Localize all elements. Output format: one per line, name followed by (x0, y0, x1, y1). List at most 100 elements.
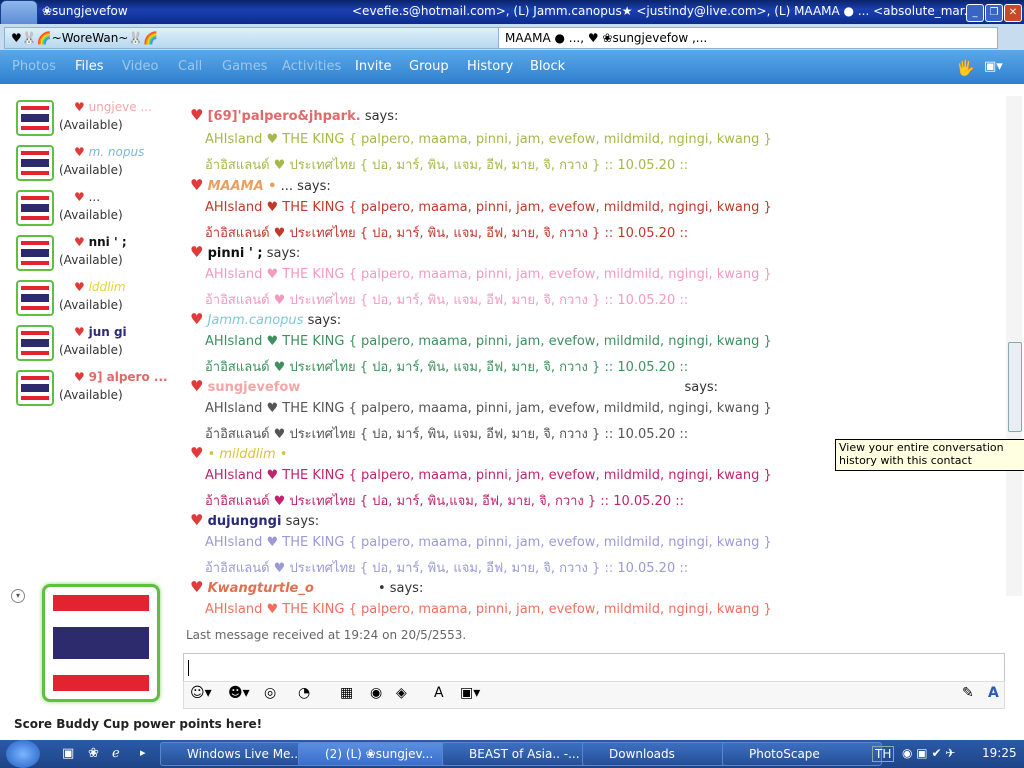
restore-button[interactable]: ❐ (985, 4, 1003, 22)
ie-icon[interactable]: ℯ (112, 746, 120, 761)
contact-name: ♥ 9] alpero ... (74, 370, 168, 384)
clock[interactable]: 19:25 (982, 746, 1017, 760)
message-header: ♥ [69]'palpero&jhpark. says: (190, 106, 399, 124)
send-file-icon[interactable]: ▣▾ (460, 685, 480, 701)
contact-avatar (16, 370, 54, 406)
contact-status: (Available) (59, 388, 123, 402)
my-display-picture[interactable] (42, 584, 160, 702)
thai-flag-icon (21, 196, 49, 220)
contact-name: ♥ jun gi (74, 325, 127, 339)
conversation-tab-1[interactable]: ♥🐰🌈~WoreWan~🐰🌈 (4, 27, 502, 49)
task-browser[interactable]: BEAST of Asia.. -... (442, 742, 602, 766)
message-line: AHIsland ♥ THE KING { palpero, maama, pi… (205, 200, 772, 215)
contact-avatar (16, 145, 54, 181)
conversation-tab-2[interactable]: MAAMA ● ..., ♥ ❀sungjevefow ,... (498, 27, 998, 49)
window-title: ❀sungjevefow (42, 4, 128, 18)
conversation-tabs: ♥🐰🌈~WoreWan~🐰🌈 MAAMA ● ..., ♥ ❀sungjevef… (0, 24, 1024, 68)
font-icon[interactable]: A (434, 685, 444, 701)
contact-avatar (16, 280, 54, 316)
type-mode-icon[interactable]: A (988, 685, 999, 701)
contact-status: (Available) (59, 208, 123, 222)
task-photoscape[interactable]: PhotoScape (722, 742, 882, 766)
collapse-contacts-icon[interactable]: ▾ (11, 589, 25, 603)
tray-icons[interactable]: ◉ ▣ ✔ ✈ (902, 746, 955, 760)
contact-status: (Available) (59, 343, 123, 357)
menu-games[interactable]: Games (222, 59, 267, 74)
menu-photos[interactable]: Photos (12, 59, 56, 74)
heart-icon: ♥ (190, 511, 204, 529)
close-button[interactable]: ✕ (1004, 4, 1022, 22)
contact-status: (Available) (59, 253, 123, 267)
contact-list: ♥ ungjeve ... (Available) ♥ m. nopus (Av… (0, 84, 180, 584)
contact-status: (Available) (59, 298, 123, 312)
message-line: อ้าอิสแลนด์ ♥ ประเทศไทย { ปอ, มาร์, พิน,… (205, 293, 689, 308)
heart-icon: ♥ (74, 370, 85, 384)
backgrounds-icon[interactable]: ▦ (340, 685, 353, 701)
language-indicator[interactable]: TH (872, 746, 895, 762)
contact-item[interactable]: ♥ lddlim (Available) (16, 278, 176, 318)
menu-video[interactable]: Video (122, 59, 158, 74)
games-icon[interactable]: ◈ (396, 685, 407, 701)
scrollbar-thumb[interactable] (1008, 342, 1022, 432)
formatting-toolbar: ☺▾ ☻▾ ◎ ◔ ▦ ◉ ◈ A ▣▾ ✎ A (183, 681, 1005, 709)
thai-flag-icon (21, 286, 49, 310)
task-conversation[interactable]: (2) (L) ❀sungjev... (298, 742, 458, 766)
contact-name: ♥ m. nopus (74, 145, 145, 159)
heart-icon: ♥ (74, 280, 85, 294)
menu-call[interactable]: Call (178, 59, 202, 74)
contact-item[interactable]: ♥ ungjeve ... (Available) (16, 98, 176, 138)
contact-item[interactable]: ♥ nni ' ; (Available) (16, 233, 176, 273)
message-header: ♥ pinni ' ; says: (190, 243, 301, 261)
menu-files[interactable]: Files (75, 59, 104, 74)
contact-name: ♥ ... (74, 190, 101, 204)
message-line: AHIsland ♥ THE KING { palpero, maama, pi… (205, 468, 772, 483)
quicklaunch-icon[interactable]: ❀ (88, 746, 99, 761)
heart-icon: ♥ (74, 235, 85, 249)
task-windows-live-messenger[interactable]: Windows Live Me... (160, 742, 316, 766)
contact-item[interactable]: ♥ 9] alpero ... (Available) (16, 368, 176, 408)
contact-avatar (16, 190, 54, 226)
minimize-button[interactable]: _ (966, 4, 984, 22)
emoticons-icon[interactable]: ☺▾ (190, 685, 212, 701)
task-downloads[interactable]: Downloads (582, 742, 742, 766)
message-header: ♥ dujungngi says: (190, 511, 320, 529)
nudge-icon[interactable]: ◎ (264, 685, 276, 701)
message-line: AHIsland ♥ THE KING { palpero, maama, pi… (205, 334, 772, 349)
contact-name: ♥ nni ' ; (74, 235, 127, 249)
menu-history[interactable]: History (467, 59, 513, 74)
ink-icon[interactable]: ◉ (370, 685, 382, 701)
handwriting-icon[interactable]: ✎ (962, 685, 974, 701)
message-line: AHIsland ♥ THE KING { palpero, maama, pi… (205, 132, 772, 147)
message-line: อ้าอิสแลนด์ ♥ ประเทศไทย { ปอ, มาร์, พิน,… (205, 561, 689, 576)
contact-item[interactable]: ♥ jun gi (Available) (16, 323, 176, 363)
contact-status: (Available) (59, 163, 123, 177)
thai-flag-icon (21, 376, 49, 400)
contact-avatar (16, 100, 54, 136)
contact-name: ♥ lddlim (74, 280, 126, 294)
activity-icon[interactable]: 🖐 (956, 59, 975, 77)
more-icon[interactable]: ▸ (140, 746, 146, 759)
message-input[interactable] (183, 653, 1005, 683)
voice-clip-icon[interactable]: ◔ (298, 685, 310, 701)
menu-group[interactable]: Group (409, 59, 449, 74)
window-participants: <evefie.s@hotmail.com>, (L) Jamm.canopus… (352, 4, 976, 18)
thai-flag-icon (21, 241, 49, 265)
menu-invite[interactable]: Invite (355, 59, 391, 74)
message-line: AHIsland ♥ THE KING { palpero, maama, pi… (205, 535, 772, 550)
contact-item[interactable]: ♥ ... (Available) (16, 188, 176, 228)
heart-icon: ♥ (190, 578, 204, 596)
heart-icon: ♥ (190, 176, 204, 194)
contact-item[interactable]: ♥ m. nopus (Available) (16, 143, 176, 183)
message-header: ♥ sungjevefow says: (190, 377, 719, 395)
start-button[interactable] (6, 740, 40, 768)
menu-block[interactable]: Block (530, 59, 565, 74)
show-desktop-icon[interactable]: ▣ (62, 746, 74, 761)
options-menu-icon[interactable]: ▣▾ (984, 59, 1003, 74)
heart-icon: ♥ (74, 325, 85, 339)
menu-activities[interactable]: Activities (282, 59, 341, 74)
buddy-cup-promo[interactable]: Score Buddy Cup power points here! (14, 717, 262, 731)
thai-flag-icon (53, 595, 149, 691)
message-line: อ้าอิสแลนด์ ♥ ประเทศไทย { ปอ, มาร์, พิน,… (205, 427, 689, 442)
winks-icon[interactable]: ☻▾ (228, 685, 250, 701)
thai-flag-icon (21, 106, 49, 130)
